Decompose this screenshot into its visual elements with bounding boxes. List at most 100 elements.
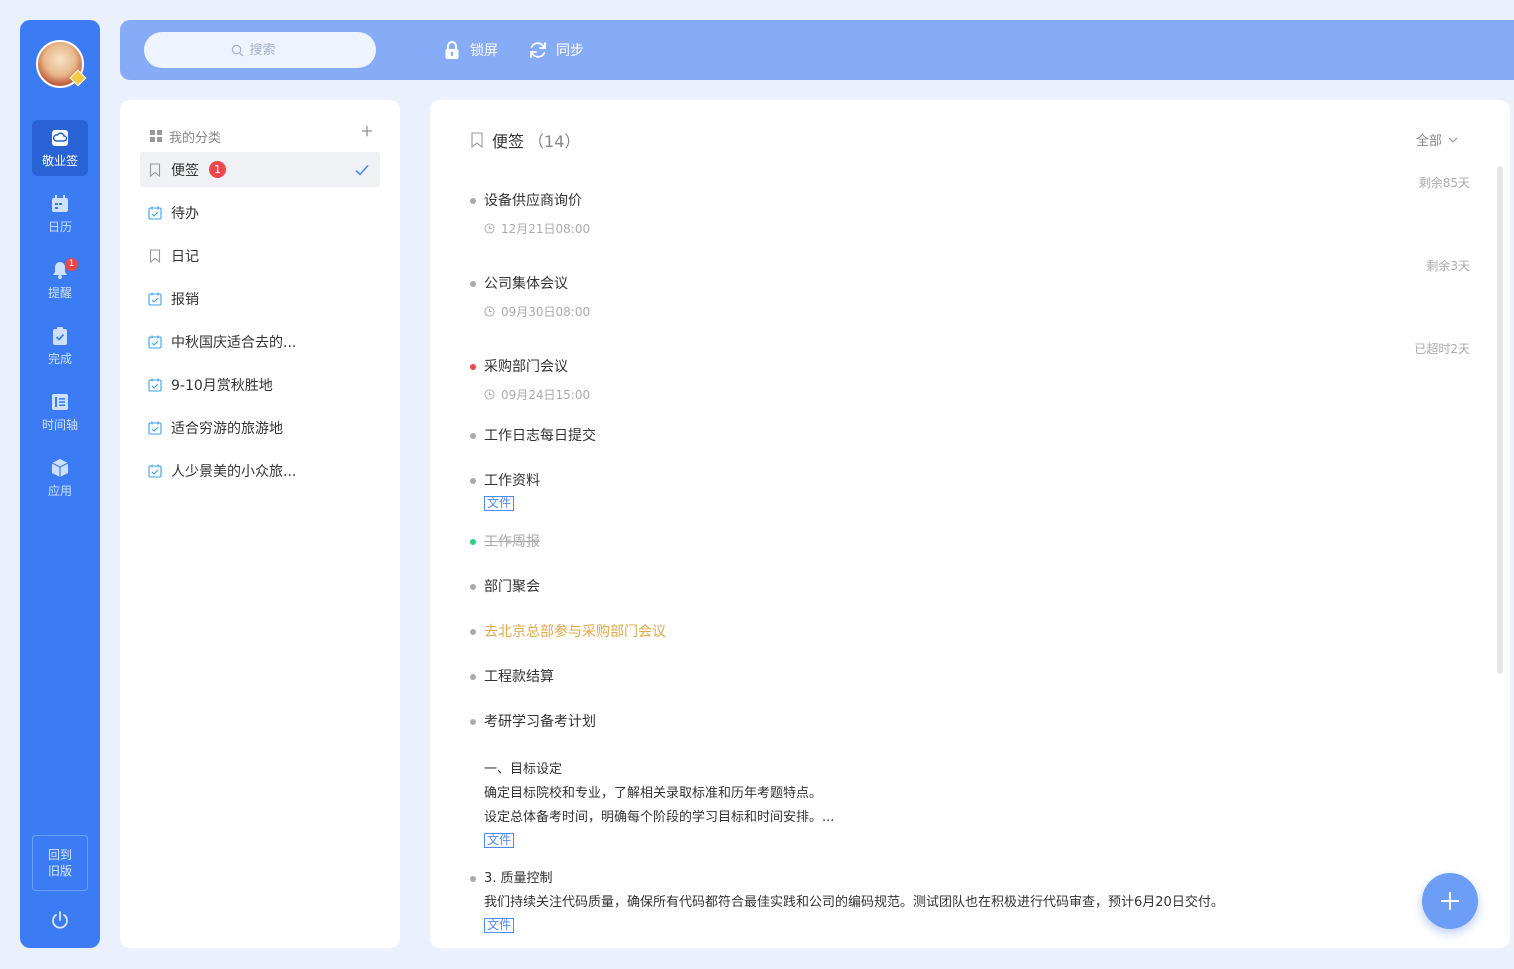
clock-icon [484, 306, 495, 317]
top-bar: 锁屏 同步 [120, 20, 1514, 80]
reminder-badge: 1 [65, 258, 78, 271]
list-item[interactable]: 考研学习备考计划 [470, 714, 1470, 734]
todo-icon [148, 292, 162, 306]
category-label: 适合穷游的旅游地 [171, 420, 283, 437]
note-title: 工作日志每日提交 [484, 428, 596, 444]
note-title: 去北京总部参与采购部门会议 [484, 624, 666, 640]
left-rail: 敬业签 日历 提醒 1 完成 时间轴 应用 回到 旧版 [20, 20, 100, 948]
timeline-icon [52, 393, 68, 410]
filter-dropdown[interactable]: 全部 [1416, 130, 1458, 149]
list-item[interactable]: 工程款结算 [470, 669, 1470, 689]
list-item-attachment[interactable]: 文件 [470, 833, 1470, 849]
lock-screen-button[interactable]: 锁屏 [442, 38, 498, 62]
lock-screen-label: 锁屏 [470, 43, 498, 59]
list-item[interactable]: 工作周报 [470, 534, 1470, 554]
power-icon[interactable] [50, 910, 70, 930]
list-item[interactable]: 工作日志每日提交 [470, 428, 1470, 448]
nav-label: 时间轴 [41, 417, 78, 432]
list-item[interactable]: 剩余85天 设备供应商询价 12月21日08:00 [470, 176, 1470, 238]
list-item[interactable]: 工作资料 文件 [470, 473, 1470, 513]
category-item-mid-autumn[interactable]: 中秋国庆适合去的... [140, 324, 380, 359]
list-item[interactable]: 部门聚会 [470, 579, 1470, 599]
category-label: 人少景美的小众旅... [171, 463, 297, 480]
add-note-button[interactable] [1422, 873, 1478, 929]
avatar[interactable] [36, 40, 87, 88]
file-tag[interactable]: 文件 [484, 833, 515, 848]
search-box[interactable] [144, 32, 376, 68]
plus-icon [1441, 892, 1459, 910]
add-category-icon[interactable] [361, 125, 373, 137]
todo-icon [148, 206, 162, 220]
note-count: （14） [528, 132, 581, 151]
status-dot [470, 198, 476, 204]
note-time: 09月24日15:00 [484, 386, 590, 403]
clipboard-check-icon [53, 326, 67, 345]
note-title: 3. 质量控制 [484, 871, 553, 886]
check-icon [355, 164, 369, 176]
list-item[interactable]: 已超时2天 采购部门会议 09月24日15:00 [470, 342, 1470, 404]
note-body-line: 确定目标院校和专业，了解相关录取标准和历年考题特点。 [484, 786, 823, 801]
category-label: 9-10月赏秋胜地 [171, 377, 273, 394]
category-item-budget-travel[interactable]: 适合穷游的旅游地 [140, 410, 380, 445]
status-dot [470, 674, 476, 680]
category-header: 我的分类 [150, 125, 380, 146]
sync-label: 同步 [556, 43, 584, 59]
list-item[interactable]: 3. 质量控制 我们持续关注代码质量，确保所有代码都符合最佳实践和公司的编码规范… [470, 871, 1470, 933]
note-list-panel: 便签 （14） 全部 剩余85天 设备供应商询价 12月21日08:00 剩余3… [430, 100, 1510, 948]
page-title: 便签 （14） [470, 128, 580, 152]
category-item-reimburse[interactable]: 报销 [140, 281, 380, 316]
list-item[interactable]: 剩余3天 公司集体会议 09月30日08:00 [470, 259, 1470, 321]
file-tag[interactable]: 文件 [484, 496, 515, 511]
category-item-notes[interactable]: 便签 1 [140, 152, 380, 187]
note-title: 考研学习备考计划 [484, 714, 596, 730]
nav-item-done[interactable]: 完成 [32, 318, 88, 374]
category-label: 待办 [171, 205, 199, 222]
status-dot [470, 876, 476, 882]
category-badge: 1 [209, 161, 226, 178]
category-label: 中秋国庆适合去的... [171, 334, 297, 351]
note-title: 工作周报 [484, 534, 540, 550]
bookmark-icon [471, 132, 483, 148]
status-dot [470, 478, 476, 484]
file-tag[interactable]: 文件 [484, 918, 515, 933]
sync-icon [530, 42, 546, 58]
category-item-diary[interactable]: 日记 [140, 238, 380, 273]
list-item[interactable]: 去北京总部参与采购部门会议 [470, 624, 1470, 644]
note-cloud-icon [52, 129, 68, 146]
bookmark-icon [149, 162, 161, 177]
nav-label: 日历 [47, 219, 72, 234]
note-body-line: 设定总体备考时间，明确每个阶段的学习目标和时间安排。... [484, 810, 835, 825]
status-dot [470, 433, 476, 439]
category-item-autumn-spots[interactable]: 9-10月赏秋胜地 [140, 367, 380, 402]
back-to-old-version-button[interactable]: 回到 旧版 [32, 835, 88, 891]
search-input[interactable] [249, 42, 290, 58]
overdue-days: 已超时2天 [1414, 342, 1470, 356]
note-title: 公司集体会议 [484, 276, 568, 292]
nav-label: 应用 [47, 483, 72, 498]
clock-icon [484, 223, 495, 234]
nav-item-timeline[interactable]: 时间轴 [32, 384, 88, 440]
back-old-line1: 回到 [47, 848, 72, 862]
status-dot [470, 629, 476, 635]
note-title: 采购部门会议 [484, 359, 568, 375]
nav-item-reminder[interactable]: 提醒 1 [32, 252, 88, 308]
nav-item-calendar[interactable]: 日历 [32, 186, 88, 242]
scrollbar[interactable] [1497, 166, 1503, 674]
note-time-text: 12月21日08:00 [501, 222, 591, 236]
category-panel: 我的分类 便签 1 待办 日记 报销 中秋国庆适合去的... 9-10月赏秋胜地… [120, 100, 400, 948]
remaining-days: 剩余85天 [1418, 176, 1470, 190]
nav-item-note[interactable]: 敬业签 [32, 120, 88, 176]
note-time-text: 09月30日08:00 [501, 305, 591, 319]
remaining-days: 剩余3天 [1426, 259, 1470, 273]
note-title: 设备供应商询价 [484, 193, 582, 209]
cube-icon [51, 458, 69, 477]
note-title: 工程款结算 [484, 669, 554, 685]
chevron-down-icon [1448, 137, 1458, 143]
sync-button[interactable]: 同步 [528, 38, 584, 62]
category-item-todo[interactable]: 待办 [140, 195, 380, 230]
grid-icon [150, 130, 162, 142]
category-item-niche-travel[interactable]: 人少景美的小众旅... [140, 453, 380, 488]
nav-item-apps[interactable]: 应用 [32, 450, 88, 506]
note-title: 部门聚会 [484, 579, 540, 595]
category-label: 报销 [171, 291, 199, 308]
